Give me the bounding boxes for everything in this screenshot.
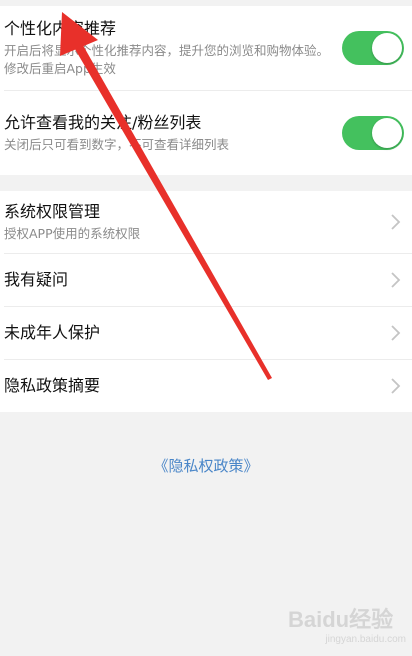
chevron-right-icon: [391, 272, 401, 288]
nav-text: 未成年人保护: [4, 322, 388, 344]
setting-description: 关闭后只可看到数字，不可查看详细列表: [4, 137, 230, 152]
nav-description: 授权APP使用的系统权限: [4, 226, 141, 241]
section-gap: [0, 175, 412, 191]
setting-text: 个性化内容推荐 开启后将显示个性化推荐内容，提升您的浏览和购物体验。修改后重启A…: [4, 18, 342, 78]
toggle-settings-card: 个性化内容推荐 开启后将显示个性化推荐内容，提升您的浏览和购物体验。修改后重启A…: [0, 6, 412, 175]
watermark-brand: Baidu经验: [288, 607, 394, 632]
nav-item-minor-protection[interactable]: 未成年人保护: [0, 307, 412, 359]
chevron-right-icon: [391, 378, 401, 394]
nav-title: 未成年人保护: [4, 323, 101, 342]
setting-title: 个性化内容推荐: [4, 19, 117, 38]
personalized-recommendation-toggle[interactable]: [342, 31, 404, 65]
nav-text: 系统权限管理 授权APP使用的系统权限: [4, 201, 388, 243]
follow-list-visibility-toggle[interactable]: [342, 116, 404, 150]
baidu-watermark: Baidu经验 jingyan.baidu.com: [288, 602, 406, 652]
toggle-knob: [372, 33, 402, 63]
nav-item-permissions[interactable]: 系统权限管理 授权APP使用的系统权限: [0, 191, 412, 253]
setting-description: 开启后将显示个性化推荐内容，提升您的浏览和购物体验。修改后重启App生效: [4, 43, 330, 76]
nav-item-questions[interactable]: 我有疑问: [0, 254, 412, 306]
nav-title: 我有疑问: [4, 270, 69, 289]
nav-text: 我有疑问: [4, 269, 388, 291]
chevron-right-icon: [391, 325, 401, 341]
setting-personalized-recommendation: 个性化内容推荐 开启后将显示个性化推荐内容，提升您的浏览和购物体验。修改后重启A…: [0, 6, 412, 90]
nav-title: 隐私政策摘要: [4, 376, 101, 395]
chevron-right-icon: [391, 214, 401, 230]
privacy-policy-link[interactable]: 《隐私权政策》: [0, 455, 412, 476]
watermark-url: jingyan.baidu.com: [325, 634, 406, 645]
setting-title: 允许查看我的关注/粉丝列表: [4, 113, 202, 132]
nav-item-privacy-summary[interactable]: 隐私政策摘要: [0, 360, 412, 412]
setting-follow-list-visibility: 允许查看我的关注/粉丝列表 关闭后只可看到数字，不可查看详细列表: [0, 91, 412, 175]
nav-text: 隐私政策摘要: [4, 375, 388, 397]
nav-title: 系统权限管理: [4, 202, 101, 221]
nav-settings-card: 系统权限管理 授权APP使用的系统权限 我有疑问 未成年人保护 隐私政策摘要: [0, 191, 412, 412]
setting-text: 允许查看我的关注/粉丝列表 关闭后只可看到数字，不可查看详细列表: [4, 112, 342, 154]
toggle-knob: [372, 118, 402, 148]
